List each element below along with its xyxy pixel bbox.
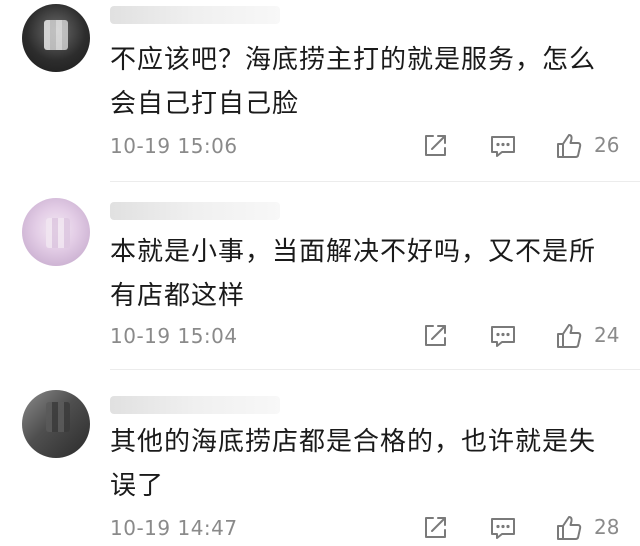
username-blurred[interactable] <box>110 6 280 24</box>
thumbs-up-icon <box>557 324 582 348</box>
reply-button[interactable] <box>488 321 518 351</box>
comment-text: 不应该吧？海底捞主打的就是服务，怎么会自己打自己脸 <box>110 45 597 119</box>
comment-icon <box>491 136 515 157</box>
comment-text: 本就是小事，当面解决不好吗，又不是所有店都这样 <box>110 237 597 311</box>
avatar-mosaic <box>46 402 70 432</box>
share-icon <box>425 325 446 346</box>
like-button[interactable] <box>554 513 584 543</box>
share-icon <box>425 517 446 538</box>
avatar[interactable] <box>22 198 90 266</box>
comment-actions: 26 <box>420 131 630 161</box>
thumbs-up-icon <box>557 134 582 158</box>
username-blurred[interactable] <box>110 396 280 414</box>
comment-actions: 24 <box>420 321 630 351</box>
like-count: 26 <box>594 133 620 157</box>
comment-time: 10-19 14:47 <box>110 516 238 540</box>
share-button[interactable] <box>420 131 450 161</box>
reply-button[interactable] <box>488 513 518 543</box>
comment-icon <box>491 518 515 539</box>
avatar-mosaic <box>46 218 70 248</box>
avatar[interactable] <box>22 390 90 458</box>
comment-item: 其他的海底捞店都是合格的，也许就是失误了 10-19 14:47 28 <box>0 370 640 546</box>
avatar-mosaic <box>44 20 68 50</box>
share-button[interactable] <box>420 513 450 543</box>
username-blurred[interactable] <box>110 202 280 220</box>
share-button[interactable] <box>420 321 450 351</box>
comment-icon <box>491 326 515 347</box>
comment-time: 10-19 15:06 <box>110 134 238 158</box>
share-icon <box>425 135 446 156</box>
comment-time: 10-19 15:04 <box>110 324 238 348</box>
comment-actions: 28 <box>420 513 630 543</box>
like-button[interactable] <box>554 131 584 161</box>
like-count: 28 <box>594 515 620 539</box>
reply-button[interactable] <box>488 131 518 161</box>
comment-item: 本就是小事，当面解决不好吗，又不是所有店都这样 10-19 15:04 24 <box>0 182 640 370</box>
thumbs-up-icon <box>557 516 582 540</box>
comment-text: 其他的海底捞店都是合格的，也许就是失误了 <box>110 427 597 501</box>
like-button[interactable] <box>554 321 584 351</box>
like-count: 24 <box>594 323 620 347</box>
comment-item: 不应该吧？海底捞主打的就是服务，怎么会自己打自己脸 10-19 15:06 26 <box>0 0 640 182</box>
avatar[interactable] <box>22 4 90 72</box>
